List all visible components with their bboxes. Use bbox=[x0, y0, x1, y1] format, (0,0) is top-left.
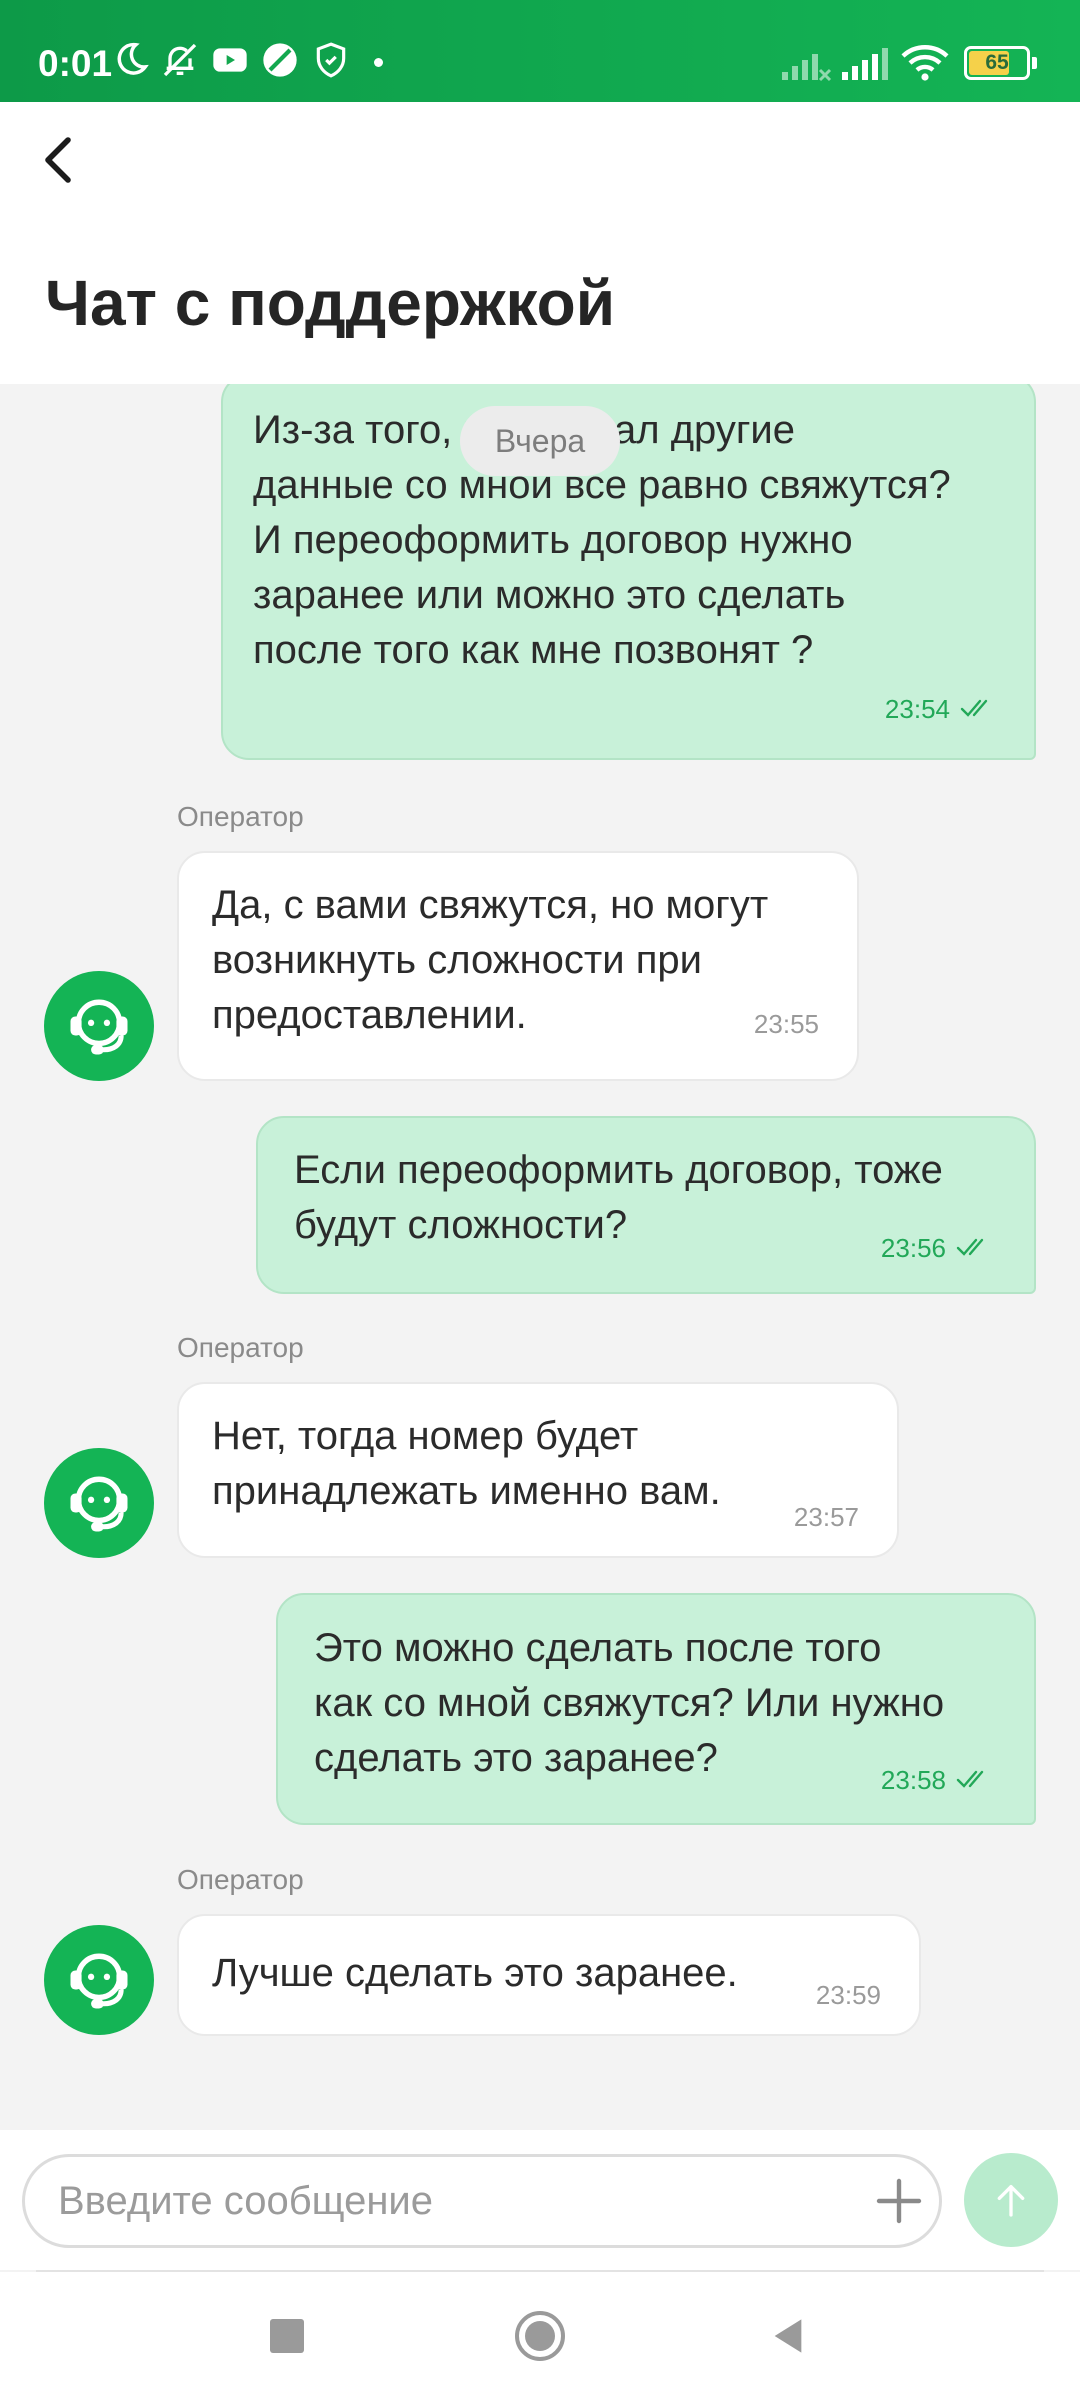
battery-icon: 65 bbox=[964, 46, 1037, 80]
message-time: 23:55 bbox=[753, 1009, 819, 1039]
message-time: 23:59 bbox=[815, 1980, 881, 2010]
chevron-left-icon bbox=[45, 137, 71, 183]
bell-off-icon bbox=[163, 43, 197, 77]
chat-messages[interactable]: Из-за того, что указал другие данные со … bbox=[0, 384, 1080, 2130]
message-text: Если переоформить договор, тоже будут сл… bbox=[294, 1148, 943, 1247]
back-nav-button[interactable] bbox=[756, 2304, 820, 2368]
message-text: Нет, тогда номер будет принадлежать имен… bbox=[212, 1414, 721, 1513]
notification-dot bbox=[374, 58, 383, 67]
message-time: 23:54 bbox=[884, 694, 950, 724]
recents-button[interactable] bbox=[255, 2304, 319, 2368]
app-header: Чат с поддержкой bbox=[0, 102, 1080, 384]
youtube-icon bbox=[213, 48, 247, 72]
headset-icon bbox=[70, 999, 128, 1055]
triangle-back-icon bbox=[774, 2319, 802, 2353]
double-check-icon bbox=[956, 1770, 984, 1788]
status-time: 0:01 bbox=[38, 43, 113, 84]
attach-button[interactable] bbox=[870, 2172, 928, 2230]
message-input[interactable] bbox=[22, 2154, 942, 2248]
message-incoming[interactable]: Нет, тогда номер будет принадлежать имен… bbox=[177, 1382, 899, 1558]
operator-label: Оператор bbox=[177, 801, 304, 832]
message-outgoing[interactable]: Если переоформить договор, тоже будут сл… bbox=[256, 1116, 1036, 1294]
message-outgoing[interactable]: Из-за того, что указал другие данные со … bbox=[221, 384, 1036, 760]
arrow-up-icon bbox=[997, 2185, 1025, 2217]
page-title: Чат с поддержкой bbox=[45, 267, 616, 339]
system-nav-bar bbox=[0, 2272, 1080, 2400]
date-separator: Вчера bbox=[460, 406, 620, 476]
leaf-icon bbox=[263, 43, 297, 77]
moon-icon bbox=[117, 42, 149, 75]
message-text: Это можно сделать после того как со мной… bbox=[314, 1626, 945, 1780]
message-incoming[interactable]: Лучше сделать это заранее. 23:59 bbox=[177, 1914, 921, 2036]
shield-icon bbox=[316, 42, 346, 78]
message-time: 23:56 bbox=[880, 1233, 946, 1263]
operator-label: Оператор bbox=[177, 1864, 304, 1895]
composer-bar bbox=[0, 2130, 1080, 2270]
battery-level: 65 bbox=[985, 51, 1009, 74]
message-text: Да, с вами свяжутся, но могут возникнуть… bbox=[212, 883, 769, 1037]
home-button[interactable] bbox=[508, 2304, 572, 2368]
message-incoming[interactable]: Да, с вами свяжутся, но могут возникнуть… bbox=[177, 851, 859, 1081]
message-outgoing[interactable]: Это можно сделать после того как со мной… bbox=[276, 1593, 1036, 1825]
operator-avatar bbox=[44, 971, 154, 1081]
signal-1-icon bbox=[782, 54, 832, 82]
double-check-icon bbox=[960, 699, 988, 717]
wifi-icon bbox=[901, 45, 949, 81]
operator-label: Оператор bbox=[177, 1332, 304, 1363]
message-time: 23:57 bbox=[793, 1502, 859, 1532]
double-check-icon bbox=[956, 1238, 984, 1256]
message-time: 23:58 bbox=[880, 1765, 946, 1795]
message-text: Лучше сделать это заранее. bbox=[212, 1951, 738, 1995]
operator-avatar bbox=[44, 1448, 154, 1558]
headset-icon bbox=[70, 1476, 128, 1532]
circle-icon bbox=[515, 2311, 565, 2361]
square-icon bbox=[270, 2319, 304, 2353]
status-bar: 0:01 65 bbox=[0, 0, 1080, 102]
headset-icon bbox=[70, 1953, 128, 2009]
send-button[interactable] bbox=[964, 2153, 1058, 2247]
back-button[interactable] bbox=[30, 132, 86, 188]
plus-icon bbox=[876, 2178, 922, 2224]
operator-avatar bbox=[44, 1925, 154, 2035]
signal-2-icon bbox=[842, 48, 888, 80]
